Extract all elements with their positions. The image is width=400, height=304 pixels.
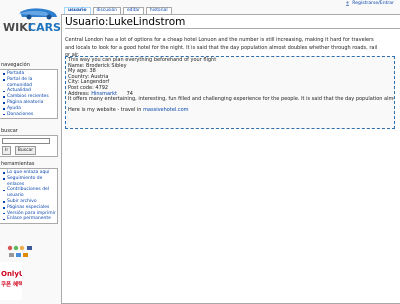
tools-heading: herramientas: [1, 161, 35, 167]
website-line: Here is my website - travel in massiveho…: [68, 108, 392, 114]
nav-item-portal[interactable]: Portal de la comunidad: [3, 77, 56, 89]
go-button[interactable]: Ir: [2, 146, 12, 155]
nav-body: Portada Portal de la comunidad Actualida…: [0, 69, 58, 120]
ad-banner[interactable]: OnlyU 쿠폰 혜택: [0, 262, 25, 300]
personal-tools: Registrarse/Entrar: [345, 0, 394, 7]
search-button[interactable]: Buscar: [14, 146, 37, 155]
website-prefix: Here is my website - travel in: [68, 107, 142, 114]
tools-portlet: herramientas Lo que enlaza aquí Seguimie…: [0, 161, 58, 225]
logo-text-cars: CARS: [28, 21, 60, 34]
nav-heading: navegación: [1, 62, 30, 68]
tool-relatedchanges[interactable]: Seguimiento de enlaces: [3, 176, 56, 188]
user-icon: [345, 1, 350, 6]
tool-contributions[interactable]: Contribuciones del usuario: [3, 187, 56, 199]
search-portlet: buscar Ir Buscar: [0, 128, 58, 157]
banner-subtitle: 쿠폰 혜택: [1, 280, 22, 288]
page-title: Usuario:LukeLindstrom: [65, 16, 186, 28]
tab-user[interactable]: usuario: [64, 7, 91, 14]
badge-icons: [7, 245, 47, 261]
tab-edit[interactable]: editar: [122, 7, 144, 14]
tab-discussion[interactable]: discusión: [92, 7, 121, 14]
share-icon: [7, 245, 32, 257]
tool-permalink[interactable]: Enlace permanente: [3, 216, 56, 222]
tab-history[interactable]: historial: [145, 7, 172, 14]
page-tabs: usuario discusión editar historial: [64, 7, 172, 14]
site-logo[interactable]: WIKI CARS: [2, 6, 61, 36]
login-link[interactable]: Registrarse/Entrar: [352, 1, 394, 6]
search-body: Ir Buscar: [0, 135, 58, 157]
nav-item-donaciones[interactable]: Donaciones: [3, 112, 56, 118]
profile-line: It offers many entertaining, interesting…: [68, 96, 395, 103]
tools-body: Lo que enlaza aquí Seguimiento de enlace…: [0, 168, 58, 225]
search-input[interactable]: [2, 138, 50, 144]
banner-title: OnlyU: [1, 270, 22, 278]
title-divider: [65, 28, 400, 29]
nav-portlet: navegación Portada Portal de la comunida…: [0, 62, 58, 120]
search-heading: buscar: [1, 128, 18, 134]
website-link[interactable]: massivehotel.com: [143, 107, 189, 114]
content-area: Usuario:LukeLindstrom Central London has…: [61, 14, 400, 304]
profile-box: This way you can plan everything beforeh…: [65, 56, 395, 129]
